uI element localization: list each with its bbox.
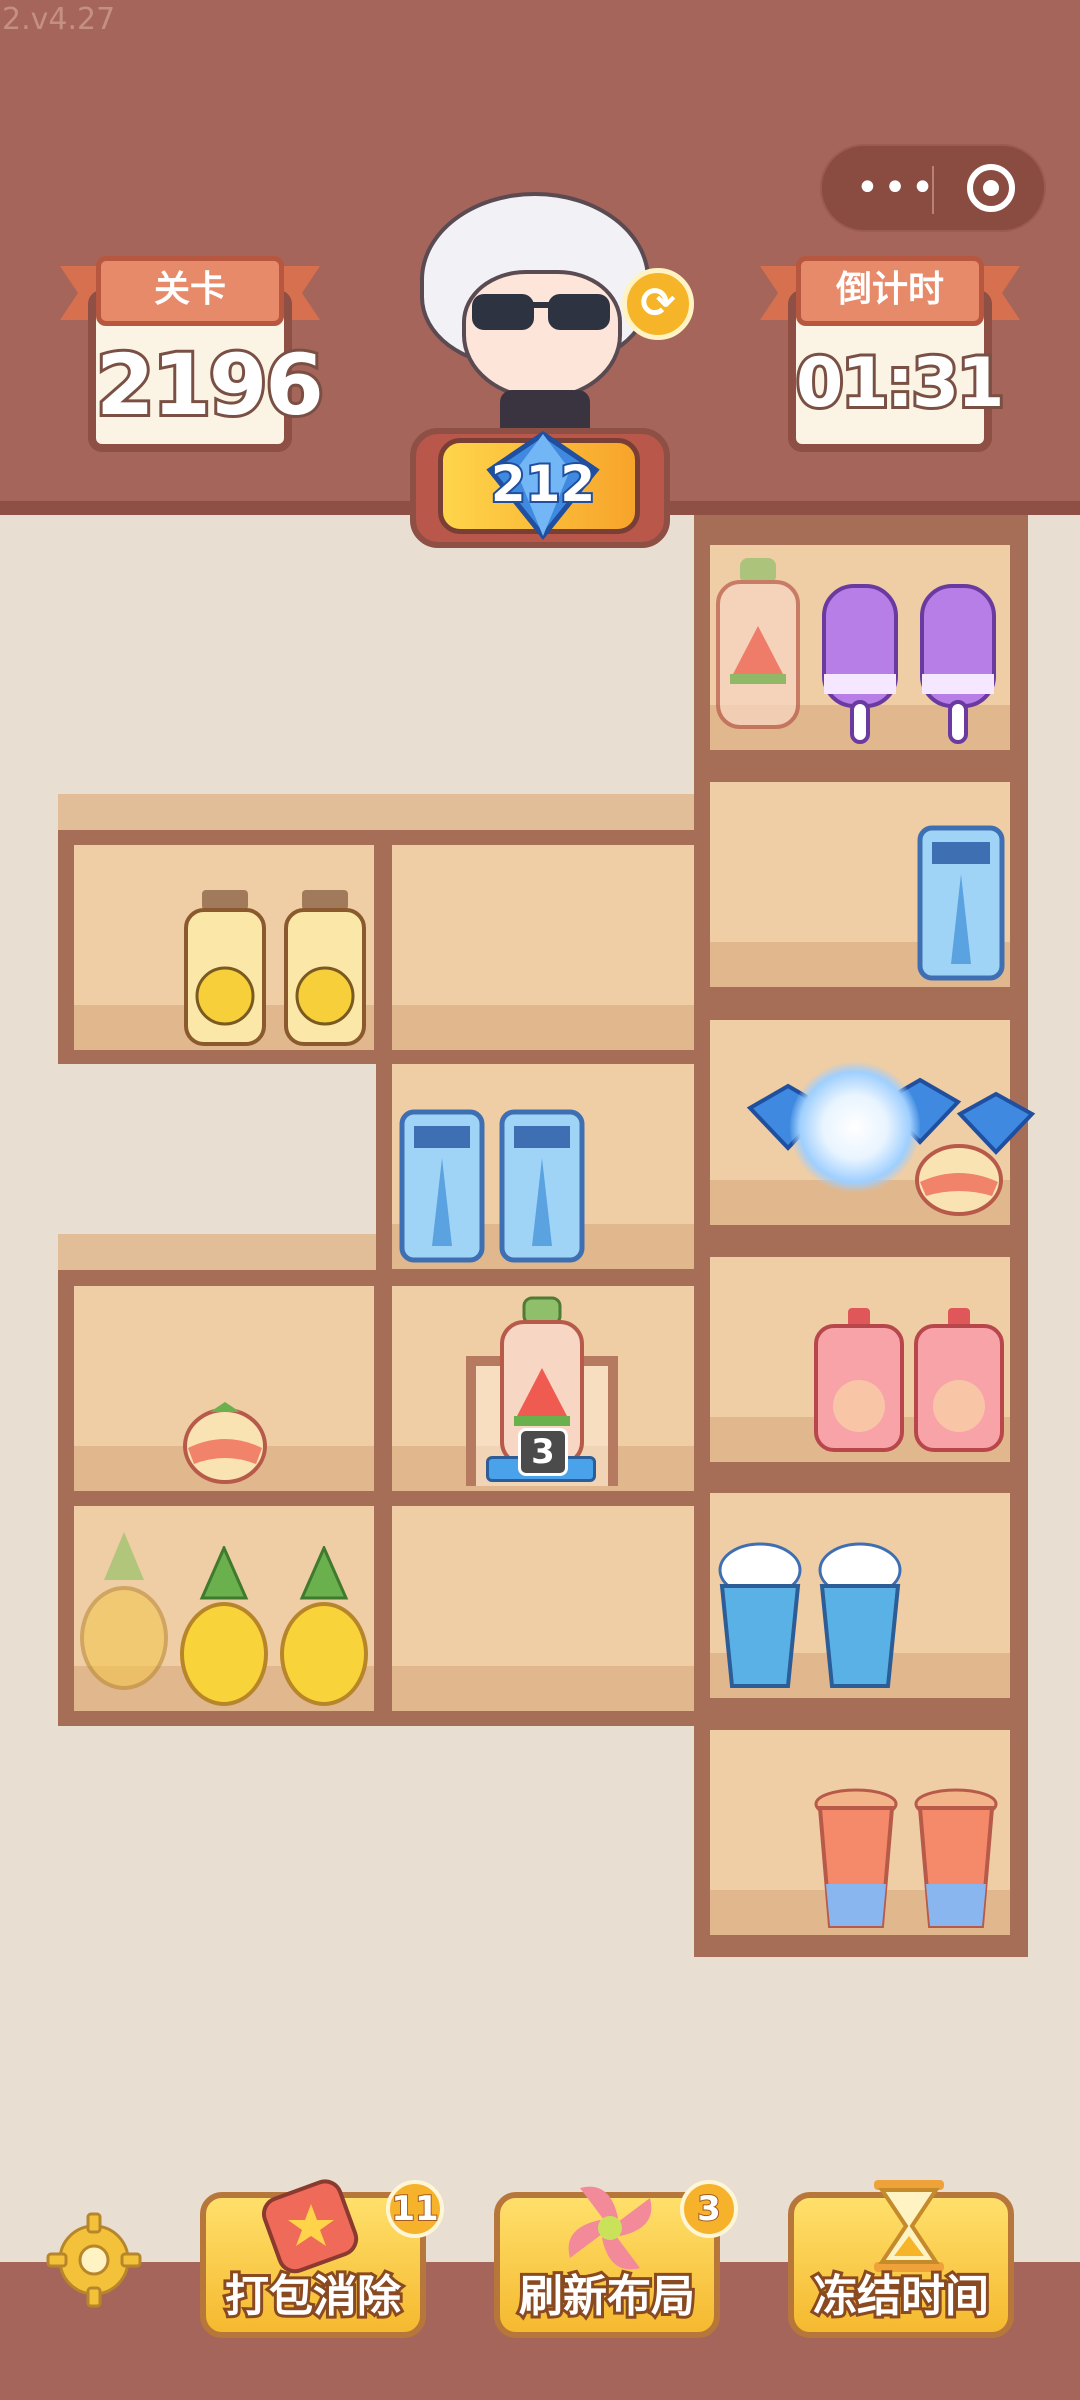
watermelon-juice-item[interactable] [712,556,804,731]
version-label: 2.v4.27 [2,2,116,37]
peach-pouch-item[interactable] [812,1306,906,1452]
capsule-divider [932,166,934,214]
fruit-tea-item[interactable] [910,1774,1002,1930]
gem-count: 212 [489,453,597,515]
shelf-floor [392,1666,694,1711]
tower-ticket-item[interactable] [398,1108,486,1264]
blue-smoothie-item[interactable] [712,1530,808,1690]
pineapple-item[interactable] [178,1546,270,1706]
fruit-cup-item[interactable] [912,1134,1006,1218]
sparkle-effect [790,1062,920,1192]
more-icon[interactable]: ••• [852,156,942,220]
refresh-layout-count: 3 [680,2180,738,2238]
freeze-time-label: 冻结时间 [810,2268,992,2325]
sunglasses-icon [466,288,616,338]
timer-title: 倒计时 [796,256,984,326]
level-number: 2196 [93,333,327,437]
timer-panel: 01:31 倒计时 [760,250,1020,460]
shelf-lip [58,1234,376,1272]
close-target-icon[interactable] [967,164,1015,212]
passion-fruit-jar-item[interactable] [182,888,268,1046]
mini-program-capsule[interactable]: ••• [820,144,1046,232]
fruit-cup-item[interactable] [180,1396,270,1486]
settings-gear-icon[interactable] [44,2210,144,2310]
blue-smoothie-item[interactable] [812,1530,908,1690]
timer-value: 01:31 [793,341,1007,426]
freeze-time-button[interactable]: 冻结时间 [788,2180,1014,2338]
fruit-tea-item[interactable] [810,1774,902,1930]
pineapple-item[interactable] [78,1530,170,1690]
grape-popsicle-item[interactable] [820,584,900,744]
shelf-lip [58,794,694,832]
shelf-floor [392,1005,694,1050]
pack-clear-count: 11 [386,2180,444,2238]
passion-fruit-jar-item[interactable] [282,888,368,1046]
stack-count-badge: 3 [518,1428,568,1476]
pineapple-item[interactable] [278,1546,370,1706]
pack-clear-label: 打包消除 [222,2268,404,2325]
tower-ticket-item[interactable] [498,1108,586,1264]
peach-pouch-item[interactable] [912,1306,1006,1452]
refresh-icon[interactable]: ⟳ [622,268,694,340]
level-title: 关卡 [96,256,284,326]
grape-popsicle-item[interactable] [918,584,998,744]
level-panel: 2196 关卡 [60,250,327,460]
tower-ticket-item[interactable] [916,824,1006,982]
refresh-layout-label: 刷新布局 [516,2268,698,2325]
